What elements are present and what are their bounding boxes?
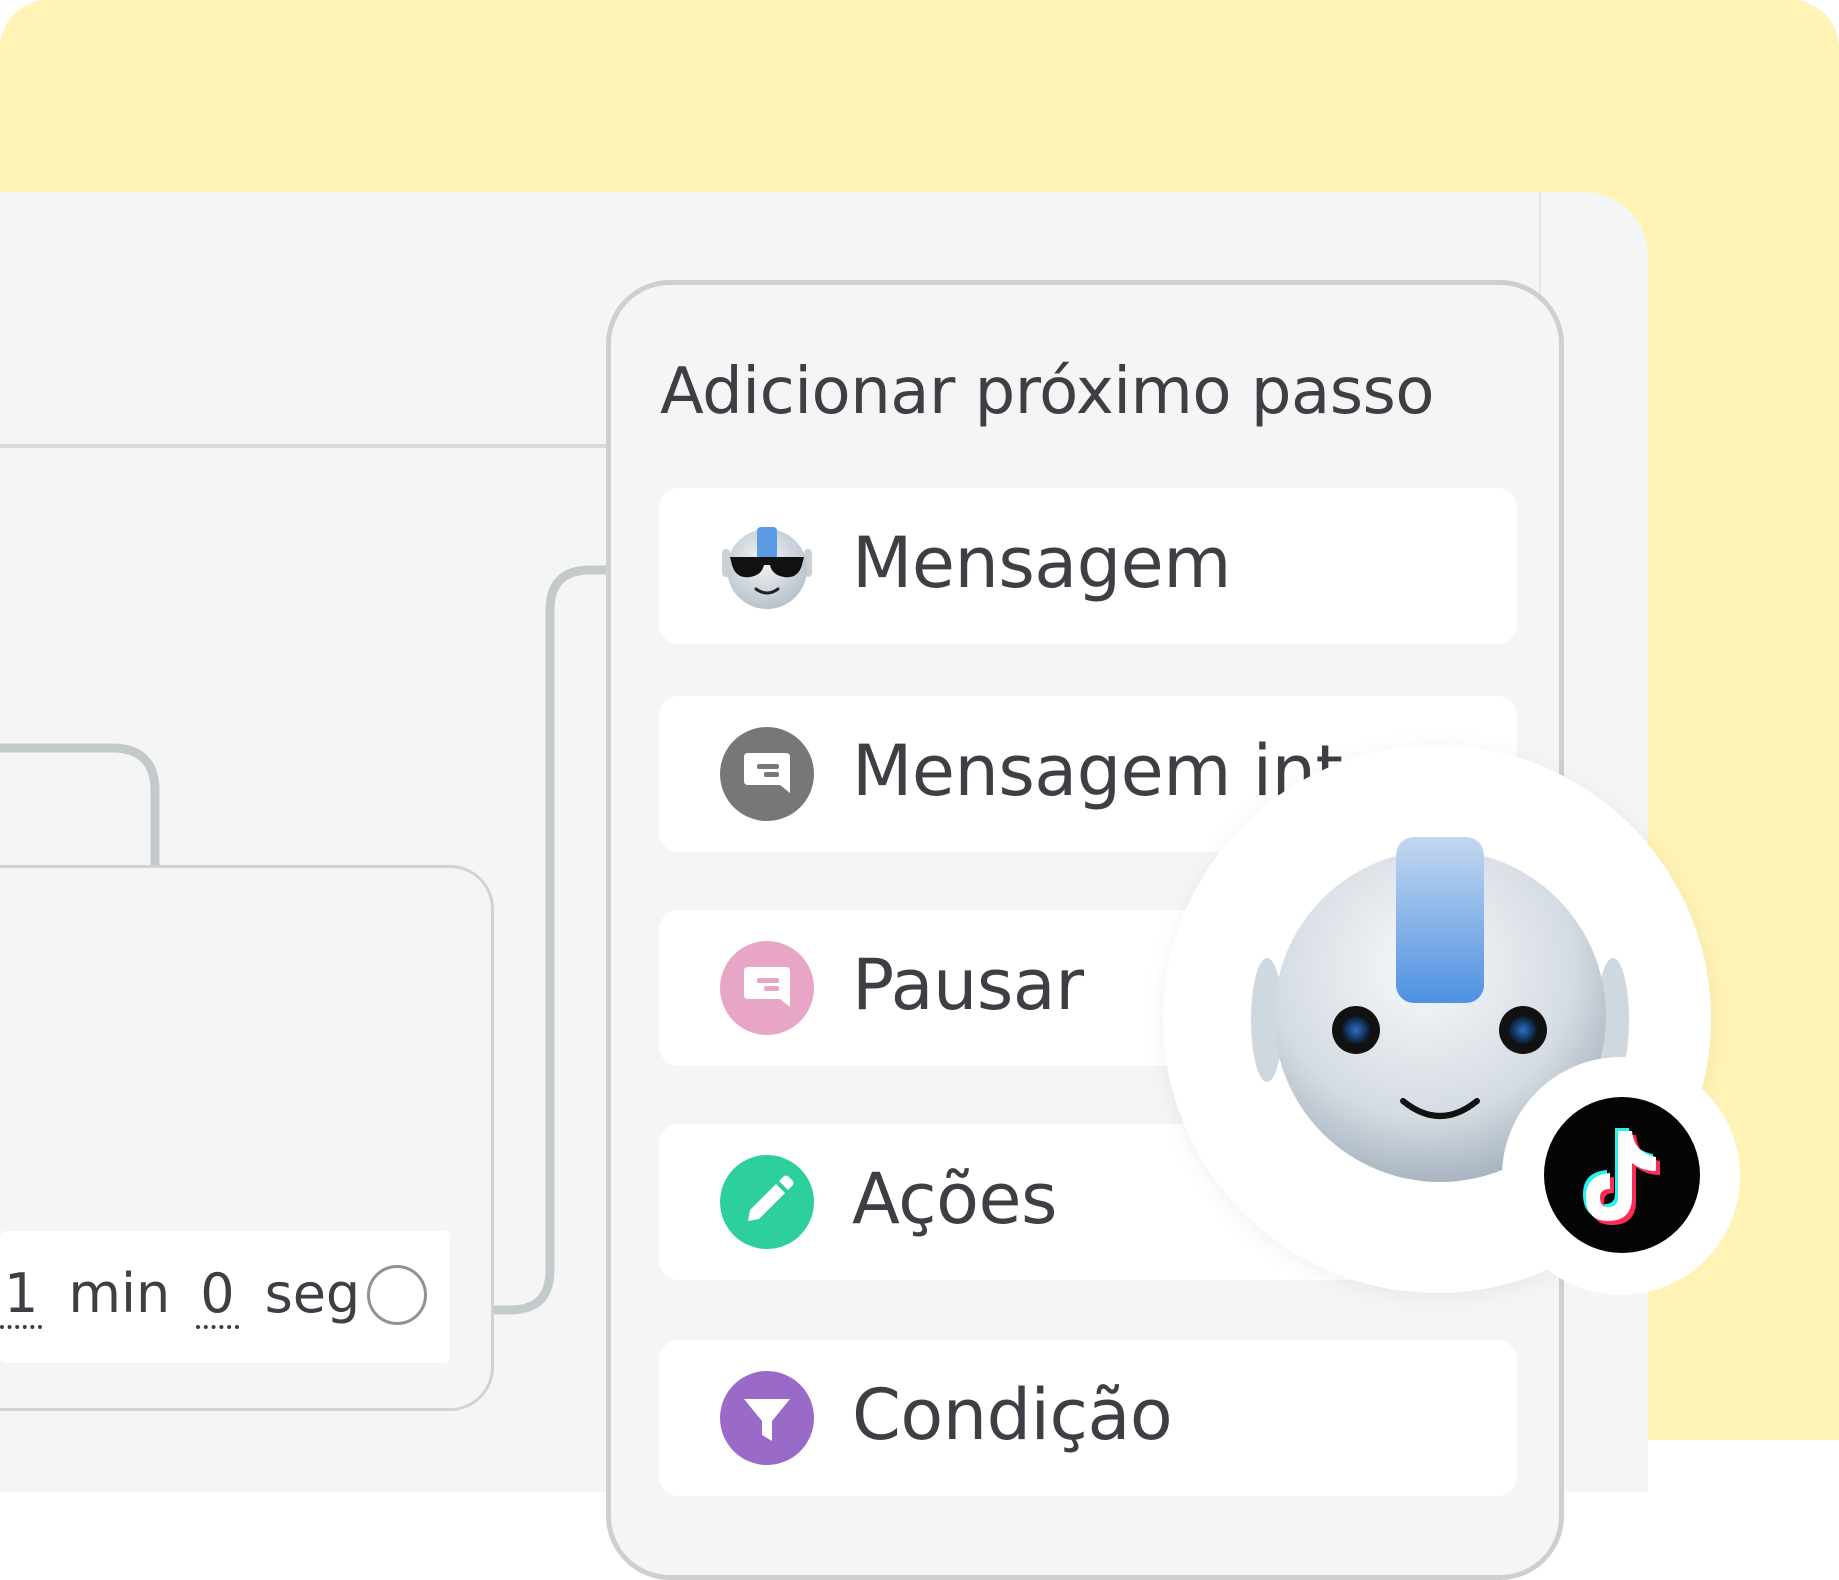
chat-bubble-icon bbox=[720, 941, 814, 1035]
step-label: Condição bbox=[852, 1374, 1173, 1456]
step-condicao[interactable]: Condição bbox=[659, 1340, 1517, 1496]
seconds-unit: seg bbox=[264, 1262, 361, 1325]
timer-value[interactable]: 1 min 0 seg bbox=[0, 1262, 361, 1329]
connector-line-left bbox=[0, 743, 160, 870]
timer-radio-button[interactable] bbox=[367, 1265, 427, 1325]
tiktok-icon bbox=[1544, 1097, 1700, 1253]
step-mensagem[interactable]: Mensagem bbox=[659, 488, 1517, 644]
filter-icon bbox=[720, 1371, 814, 1465]
minutes-value[interactable]: 1 bbox=[0, 1262, 43, 1329]
step-label: Ações bbox=[852, 1158, 1058, 1240]
minutes-unit: min bbox=[68, 1262, 171, 1325]
pencil-icon bbox=[720, 1155, 814, 1249]
panel-title: Adicionar próximo passo bbox=[660, 355, 1435, 429]
step-label: Pausar bbox=[852, 944, 1084, 1026]
robot-sunglasses-icon bbox=[720, 519, 814, 613]
step-label: Mensagem bbox=[852, 522, 1231, 604]
chat-bubble-icon bbox=[720, 727, 814, 821]
seconds-value[interactable]: 0 bbox=[196, 1262, 239, 1329]
connector-line-right bbox=[490, 565, 608, 1315]
